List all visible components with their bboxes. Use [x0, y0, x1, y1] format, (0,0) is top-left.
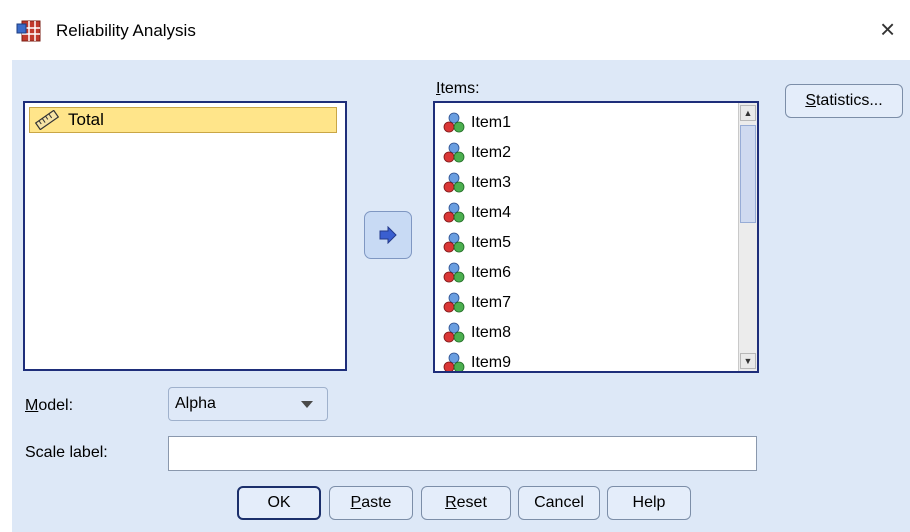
window-title: Reliability Analysis — [56, 21, 196, 40]
model-dropdown[interactable]: Alpha — [168, 387, 328, 421]
model-label: Model: — [25, 397, 74, 414]
ruler-scale-icon — [34, 110, 60, 130]
nominal-variable-icon — [443, 172, 465, 193]
items-label: Items: — [436, 80, 480, 97]
nominal-variable-icon — [443, 142, 465, 163]
scrollbar-thumb[interactable] — [740, 125, 756, 223]
list-item[interactable]: Item8 — [443, 319, 511, 347]
scale-label-input[interactable] — [168, 436, 757, 471]
right-arrow-icon — [379, 226, 397, 244]
ok-button[interactable]: OK — [237, 486, 321, 520]
list-item[interactable]: Item7 — [443, 289, 511, 317]
list-item-label: Item3 — [471, 174, 512, 191]
statistics-button[interactable]: Statistics... — [785, 84, 903, 118]
spss-table-icon — [16, 20, 41, 42]
list-item[interactable]: Item5 — [443, 229, 511, 257]
close-icon[interactable]: × — [880, 14, 895, 44]
paste-button[interactable]: Paste — [329, 486, 413, 520]
nominal-variable-icon — [443, 262, 465, 283]
list-item-label: Item2 — [471, 144, 512, 161]
list-item-label: Item5 — [471, 234, 512, 251]
list-item[interactable]: Item3 — [443, 169, 511, 197]
list-item-total[interactable]: Total — [29, 107, 337, 133]
list-item-label: Item1 — [471, 114, 512, 131]
source-variable-list[interactable]: Total — [23, 101, 347, 371]
scroll-up-icon[interactable]: ▲ — [740, 105, 756, 121]
items-scrollbar[interactable]: ▲ ▼ — [738, 103, 757, 371]
list-item[interactable]: Item6 — [443, 259, 511, 287]
chevron-down-icon — [301, 401, 313, 408]
list-item-label: Item6 — [471, 264, 512, 281]
nominal-variable-icon — [443, 202, 465, 223]
list-item-label: Item8 — [471, 324, 512, 341]
reset-button[interactable]: Reset — [421, 486, 511, 520]
move-to-items-button[interactable] — [364, 211, 412, 259]
items-list[interactable]: Item1 Item2 Item3 Item4 Item5 Item6 Item7 Item8… — [433, 101, 759, 373]
list-item-label: Item7 — [471, 294, 512, 311]
list-item[interactable]: Item2 — [443, 139, 511, 167]
list-item-label: Total — [68, 110, 104, 129]
nominal-variable-icon — [443, 352, 465, 371]
list-item[interactable]: Item9 — [443, 349, 512, 371]
list-item-label: Item4 — [471, 204, 512, 221]
nominal-variable-icon — [443, 292, 465, 313]
nominal-variable-icon — [443, 232, 465, 253]
title-bar: Reliability Analysis × — [0, 0, 910, 60]
list-item-label: Item9 — [471, 354, 512, 371]
model-selected-value: Alpha — [175, 395, 216, 412]
cancel-button[interactable]: Cancel — [518, 486, 600, 520]
nominal-variable-icon — [443, 112, 465, 133]
list-item[interactable]: Item4 — [443, 199, 511, 227]
scroll-down-icon[interactable]: ▼ — [740, 353, 756, 369]
list-item[interactable]: Item1 — [443, 109, 511, 137]
nominal-variable-icon — [443, 322, 465, 343]
help-button[interactable]: Help — [607, 486, 691, 520]
scale-label-label: Scale label: — [25, 444, 108, 461]
